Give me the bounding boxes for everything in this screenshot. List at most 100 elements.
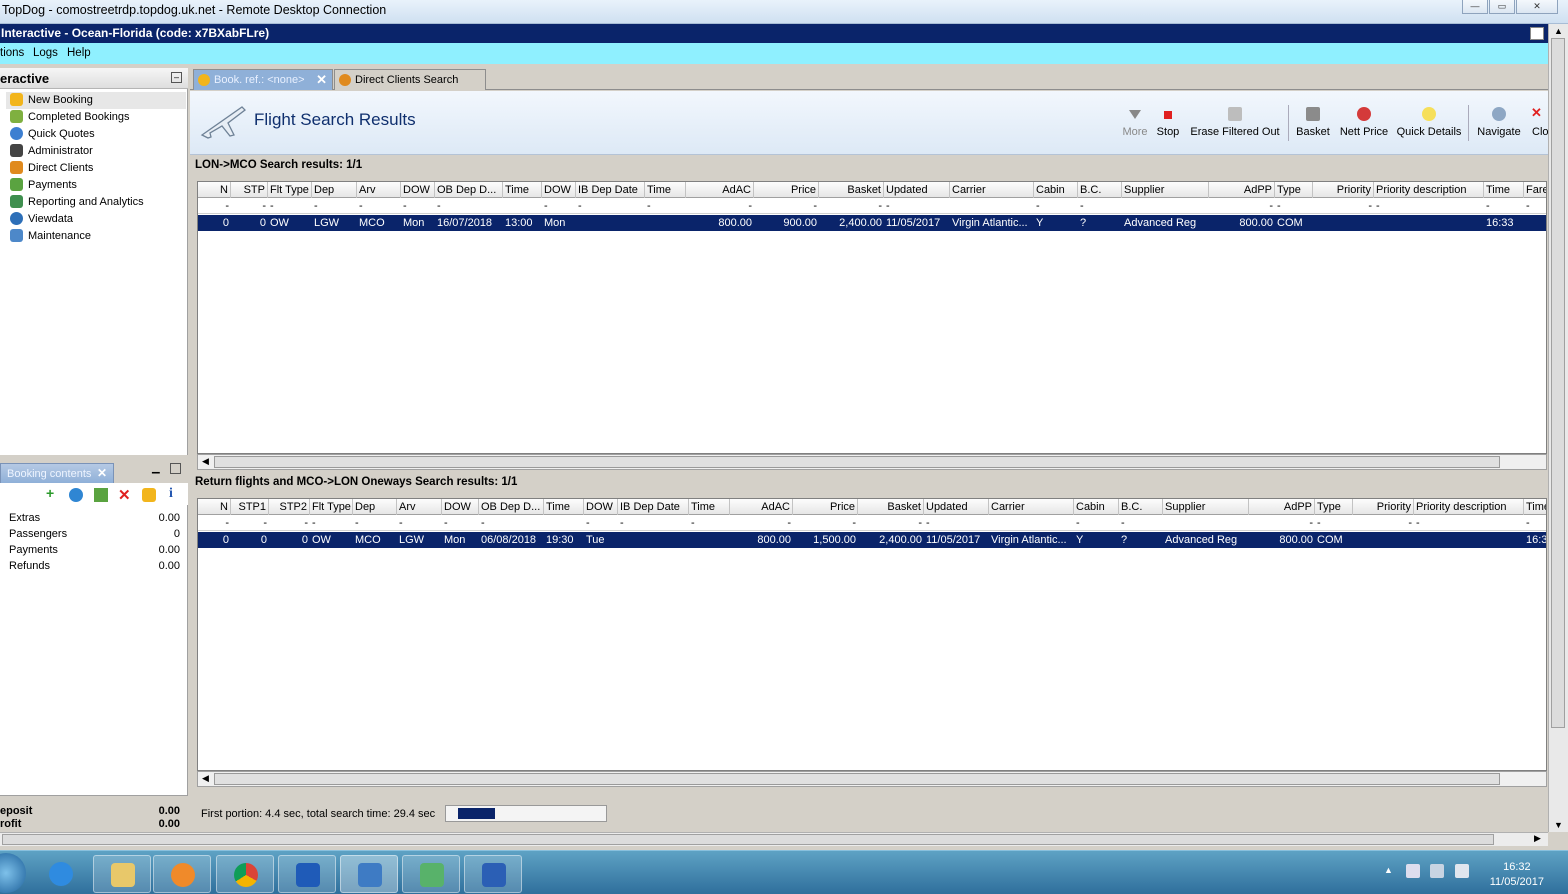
table-cell[interactable]: 800.00 bbox=[730, 532, 793, 548]
column-header[interactable]: B.C. bbox=[1078, 182, 1122, 198]
table-cell[interactable]: 0 bbox=[198, 532, 231, 548]
filter-cell[interactable] bbox=[544, 515, 584, 531]
filter-cell[interactable]: - bbox=[435, 198, 503, 214]
filter-cell[interactable]: - bbox=[1524, 198, 1546, 214]
table-cell[interactable]: 800.00 bbox=[1209, 215, 1275, 231]
close-tab-icon[interactable]: ✕ bbox=[316, 72, 327, 88]
filter-cell[interactable]: - bbox=[1209, 198, 1275, 214]
outbound-horizontal-scrollbar[interactable]: ◀ bbox=[197, 454, 1547, 470]
table-cell[interactable] bbox=[1353, 532, 1414, 548]
column-header[interactable]: N bbox=[198, 499, 231, 515]
column-header[interactable]: AdAC bbox=[686, 182, 754, 198]
filter-cell[interactable]: - bbox=[1374, 198, 1484, 214]
action-center-icon[interactable] bbox=[1406, 864, 1420, 878]
column-header[interactable]: OB Dep D... bbox=[435, 182, 503, 198]
table-cell[interactable]: 2,400.00 bbox=[858, 532, 924, 548]
table-cell[interactable] bbox=[1524, 215, 1546, 231]
more-button[interactable]: More bbox=[1115, 91, 1155, 151]
filter-cell[interactable]: - bbox=[1034, 198, 1078, 214]
scroll-left-icon[interactable]: ◀ bbox=[202, 773, 209, 784]
start-button[interactable] bbox=[0, 853, 26, 893]
stop-button[interactable]: Stop bbox=[1152, 91, 1184, 151]
filter-cell[interactable]: - bbox=[310, 515, 353, 531]
table-cell[interactable]: 11/05/2017 bbox=[924, 532, 989, 548]
table-cell[interactable]: ? bbox=[1078, 215, 1122, 231]
column-header[interactable]: DOW bbox=[401, 182, 435, 198]
show-hidden-icons[interactable]: ▲ bbox=[1384, 865, 1393, 875]
table-cell[interactable]: Tue bbox=[584, 532, 618, 548]
table-cell[interactable]: 16:3 bbox=[1524, 532, 1546, 548]
table-cell[interactable]: 06/08/2018 bbox=[479, 532, 544, 548]
column-header[interactable]: Time bbox=[1524, 499, 1546, 515]
info-icon[interactable]: i bbox=[169, 486, 173, 502]
filter-cell[interactable]: - bbox=[401, 198, 435, 214]
column-header[interactable]: DOW bbox=[542, 182, 576, 198]
table-cell[interactable]: MCO bbox=[357, 215, 401, 231]
column-header[interactable]: Type bbox=[1275, 182, 1313, 198]
taskbar-remote-desktop[interactable] bbox=[340, 855, 398, 893]
filter-cell[interactable]: - bbox=[1353, 515, 1414, 531]
column-header[interactable]: AdPP bbox=[1209, 182, 1275, 198]
filter-cell[interactable]: - bbox=[353, 515, 397, 531]
filter-cell[interactable]: - bbox=[819, 198, 884, 214]
taskbar-media-player[interactable] bbox=[153, 855, 211, 893]
table-cell[interactable]: Mon bbox=[442, 532, 479, 548]
filter-cell[interactable]: - bbox=[357, 198, 401, 214]
table-cell[interactable]: 800.00 bbox=[686, 215, 754, 231]
table-cell[interactable]: MCO bbox=[353, 532, 397, 548]
table-cell[interactable]: LGW bbox=[312, 215, 357, 231]
table-cell[interactable] bbox=[618, 532, 689, 548]
column-header[interactable]: Time bbox=[503, 182, 542, 198]
filter-cell[interactable]: - bbox=[542, 198, 576, 214]
nav-new-booking[interactable]: New Booking bbox=[6, 92, 186, 109]
add-icon[interactable]: + bbox=[46, 486, 54, 500]
nav-quick-quotes[interactable]: Quick Quotes bbox=[6, 126, 186, 143]
maximize-panel-icon[interactable] bbox=[170, 463, 181, 474]
column-header[interactable]: Dep bbox=[312, 182, 357, 198]
vertical-scrollbar[interactable]: ▲ ▼ bbox=[1548, 24, 1568, 832]
column-header[interactable]: Updated bbox=[884, 182, 950, 198]
nav-direct-clients[interactable]: Direct Clients bbox=[6, 160, 186, 177]
nav-viewdata[interactable]: Viewdata bbox=[6, 211, 186, 228]
column-header[interactable]: OB Dep D... bbox=[479, 499, 544, 515]
table-cell[interactable]: Virgin Atlantic... bbox=[989, 532, 1074, 548]
column-header[interactable]: Priority bbox=[1353, 499, 1414, 515]
tab-booking[interactable]: Book. ref.: <none> ✕ bbox=[193, 69, 333, 90]
column-header[interactable]: AdAC bbox=[730, 499, 793, 515]
table-cell[interactable]: 0 bbox=[198, 215, 231, 231]
table-cell[interactable]: 19:30 bbox=[544, 532, 584, 548]
filter-cell[interactable] bbox=[950, 198, 1034, 214]
column-header[interactable]: Arv bbox=[397, 499, 442, 515]
column-header[interactable]: STP bbox=[231, 182, 268, 198]
filter-cell[interactable]: - bbox=[924, 515, 989, 531]
table-row[interactable]: 0 0 0 OW MCO LGW Mon 06/08/2018 19:30 Tue 800.00 1,… bbox=[198, 532, 1546, 548]
column-header[interactable]: Type bbox=[1315, 499, 1353, 515]
nav-reporting[interactable]: Reporting and Analytics bbox=[6, 194, 186, 211]
column-header[interactable]: Flt Type bbox=[268, 182, 312, 198]
restore-icon[interactable]: ▭ bbox=[1489, 0, 1515, 14]
column-header[interactable]: Updated bbox=[924, 499, 989, 515]
nav-payments[interactable]: Payments bbox=[6, 177, 186, 194]
table-cell[interactable]: Advanced Reg bbox=[1122, 215, 1209, 231]
taskbar-outlook[interactable] bbox=[278, 855, 336, 893]
table-cell[interactable]: 0 bbox=[269, 532, 310, 548]
navigate-button[interactable]: Navigate bbox=[1474, 91, 1524, 151]
table-cell[interactable]: ? bbox=[1119, 532, 1163, 548]
tab-direct-clients-search[interactable]: Direct Clients Search bbox=[334, 69, 486, 90]
nett-price-button[interactable]: Nett Price bbox=[1336, 91, 1392, 151]
column-header[interactable]: Dep bbox=[353, 499, 397, 515]
table-cell[interactable]: 900.00 bbox=[754, 215, 819, 231]
table-cell[interactable]: 1,500.00 bbox=[793, 532, 858, 548]
table-cell[interactable] bbox=[576, 215, 645, 231]
column-header[interactable]: Fare bbox=[1524, 182, 1546, 198]
column-header[interactable]: Price bbox=[793, 499, 858, 515]
nav-maintenance[interactable]: Maintenance bbox=[6, 228, 186, 245]
table-cell[interactable]: 0 bbox=[231, 215, 268, 231]
filter-cell[interactable]: - bbox=[884, 198, 950, 214]
column-header[interactable]: AdPP bbox=[1249, 499, 1315, 515]
filter-cell[interactable]: - bbox=[576, 198, 645, 214]
clock-icon[interactable] bbox=[69, 488, 83, 502]
table-cell[interactable]: 800.00 bbox=[1249, 532, 1315, 548]
window-horizontal-scrollbar[interactable]: ▶ bbox=[0, 832, 1548, 846]
taskbar-ie[interactable] bbox=[32, 855, 90, 893]
